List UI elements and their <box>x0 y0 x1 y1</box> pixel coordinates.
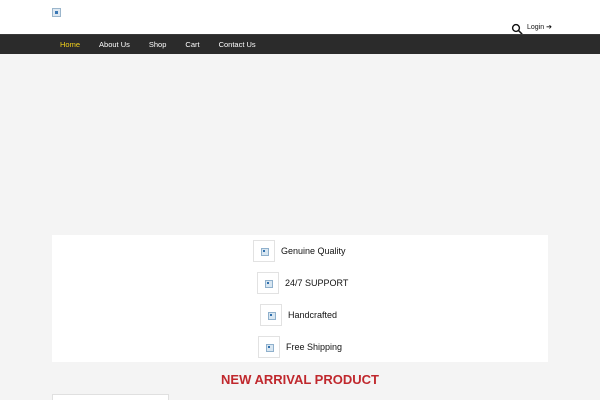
search-icon[interactable] <box>511 22 523 35</box>
feature-free-shipping: Free Shipping <box>258 336 342 358</box>
logo-broken-image-icon[interactable] <box>52 8 61 17</box>
feature-broken-image-icon <box>253 240 275 262</box>
features-panel: Genuine Quality 24/7 SUPPORT Handcrafted… <box>52 235 548 362</box>
feature-genuine-quality: Genuine Quality <box>253 240 346 262</box>
top-header: Login ➔ <box>0 0 600 35</box>
feature-label: Genuine Quality <box>281 246 346 256</box>
nav-item-home[interactable]: Home <box>60 35 80 55</box>
product-card[interactable] <box>52 394 169 400</box>
feature-support: 24/7 SUPPORT <box>257 272 348 294</box>
nav-item-shop[interactable]: Shop <box>149 35 167 55</box>
feature-broken-image-icon <box>260 304 282 326</box>
feature-label: Handcrafted <box>288 310 338 320</box>
login-label: Login <box>527 24 545 31</box>
feature-label: 24/7 SUPPORT <box>285 278 349 288</box>
feature-broken-image-icon <box>257 272 279 294</box>
feature-label: Free Shipping <box>286 342 343 352</box>
hero-banner <box>0 54 600 235</box>
main-nav: Home About Us Shop Cart Contact Us <box>0 34 600 54</box>
nav-list: Home About Us Shop Cart Contact Us <box>60 35 275 55</box>
login-link[interactable]: Login ➔ <box>527 23 552 32</box>
nav-item-contact-us[interactable]: Contact Us <box>219 35 256 55</box>
nav-item-cart[interactable]: Cart <box>185 35 199 55</box>
login-arrow-icon: ➔ <box>546 24 552 31</box>
feature-broken-image-icon <box>258 336 280 358</box>
feature-handcrafted: Handcrafted <box>260 304 337 326</box>
section-title-new-arrival: NEW ARRIVAL PRODUCT <box>221 372 379 387</box>
nav-item-about-us[interactable]: About Us <box>99 35 130 55</box>
